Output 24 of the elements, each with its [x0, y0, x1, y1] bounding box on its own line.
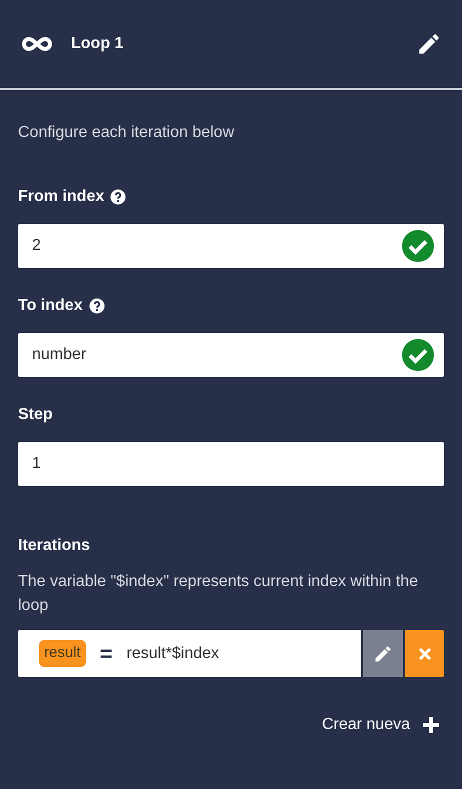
help-icon[interactable] [88, 298, 105, 314]
field-value: number [32, 345, 86, 365]
section-title: Iterations [18, 536, 92, 556]
plus-icon [422, 716, 440, 734]
input-field[interactable]: number [18, 333, 444, 377]
variable-tag: result [39, 640, 86, 667]
section-description: The variable "$index" represents current index within the loop [18, 572, 420, 616]
field-label: Step [18, 405, 53, 425]
equals-sign: = [100, 640, 113, 668]
field-value: 1 [32, 454, 41, 474]
field-label: To index [18, 296, 83, 316]
expression-text: result*$index [126, 644, 220, 664]
edit-button[interactable] [363, 630, 403, 677]
help-icon[interactable] [110, 189, 126, 205]
infinity-icon [20, 36, 54, 52]
input-field[interactable]: 2 [18, 224, 444, 268]
pencil-icon [373, 644, 393, 664]
input-field[interactable]: 1 [18, 442, 444, 486]
field-label: From index [18, 187, 104, 207]
close-icon [418, 646, 432, 660]
create-button[interactable]: Crear nueva [322, 713, 440, 737]
intro-text: Configure each iteration below [18, 123, 236, 143]
panel-title: Loop 1 [71, 34, 124, 54]
field-value: 2 [32, 236, 41, 256]
